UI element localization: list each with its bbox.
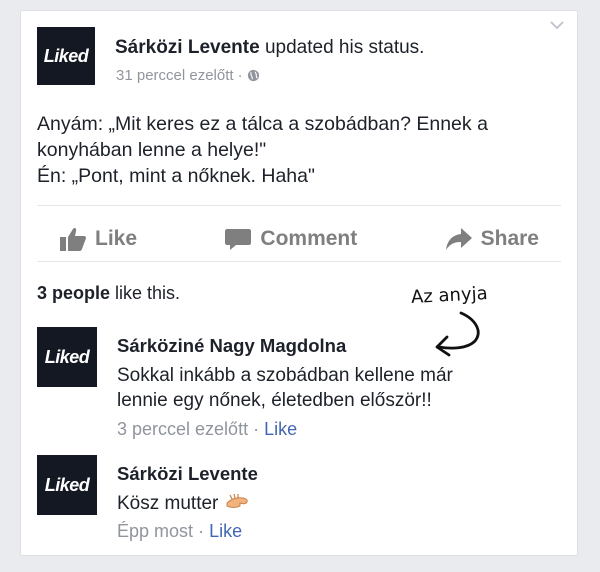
comment-avatar[interactable]: Liked — [37, 327, 97, 387]
share-arrow-icon — [445, 228, 472, 250]
post-author-avatar[interactable]: Liked — [37, 27, 95, 85]
likes-text: like this. — [110, 283, 181, 303]
share-button[interactable]: Share — [423, 226, 561, 252]
like-button[interactable]: Like — [37, 226, 159, 252]
share-label: Share — [480, 227, 539, 250]
like-label: Like — [95, 227, 138, 250]
post-action-text: updated his status. — [264, 37, 425, 58]
globe-icon — [247, 69, 259, 82]
divider — [37, 261, 561, 262]
avatar-text: Liked — [43, 45, 89, 66]
comment-line: lennie egy nőnek, életedben először!! — [117, 390, 432, 411]
handwritten-annotation: Az anyja — [410, 283, 489, 308]
comment-meta: 3 perccel ezelőtt · Like — [117, 419, 297, 440]
post-line: Anyám: „Mit keres ez a tálca a szobádban… — [37, 113, 488, 135]
meta-separator: · — [253, 419, 260, 439]
likes-summary: 3 people like this. — [37, 283, 180, 304]
comment-button[interactable]: Comment — [202, 226, 379, 252]
post-line: konyhában lenne a helye!" — [37, 139, 267, 161]
comment-icon — [225, 229, 252, 250]
likes-count-link[interactable]: 3 people — [37, 283, 110, 303]
avatar-text: Liked — [44, 346, 90, 367]
post-body: Anyám: „Mit keres ez a tálca a szobádban… — [37, 111, 567, 189]
post-meta: 31 perccel ezelőtt · — [116, 67, 260, 84]
comment-meta: Épp most · Like — [117, 521, 242, 542]
comment-text: Sokkal inkább a szobádban kellene már le… — [117, 363, 537, 413]
praying-hands-emoji-icon — [226, 493, 248, 508]
comment-timestamp[interactable]: Épp most — [117, 521, 193, 541]
comment-label: Comment — [260, 227, 358, 250]
action-bar: Like Comment Share — [37, 217, 561, 261]
comment-like-link[interactable]: Like — [264, 419, 297, 439]
comment-timestamp[interactable]: 3 perccel ezelőtt — [117, 419, 248, 439]
thumbs-up-icon — [60, 227, 86, 251]
comment-avatar[interactable]: Liked — [37, 455, 97, 515]
comment-line: Kösz mutter — [117, 493, 219, 514]
comment-line: Sokkal inkább a szobádban kellene már — [117, 365, 453, 386]
post-author-name[interactable]: Sárközi Levente — [115, 37, 260, 58]
comment-like-link[interactable]: Like — [209, 521, 242, 541]
post-line: Én: „Pont, mint a nőknek. Haha" — [37, 165, 315, 187]
status-card: Liked Sárközi Levente updated his status… — [20, 10, 578, 556]
chevron-down-icon[interactable] — [549, 19, 565, 31]
meta-separator: · — [237, 67, 243, 84]
post-header: Sárközi Levente updated his status. — [115, 37, 424, 59]
comment-author-name[interactable]: Sárköziné Nagy Magdolna — [117, 335, 346, 357]
divider — [37, 205, 561, 206]
comment-author-name[interactable]: Sárközi Levente — [117, 463, 258, 485]
post-timestamp[interactable]: 31 perccel ezelőtt — [116, 67, 234, 84]
meta-separator: · — [198, 521, 205, 541]
comment-text: Kösz mutter — [117, 491, 537, 516]
avatar-text: Liked — [44, 474, 90, 495]
